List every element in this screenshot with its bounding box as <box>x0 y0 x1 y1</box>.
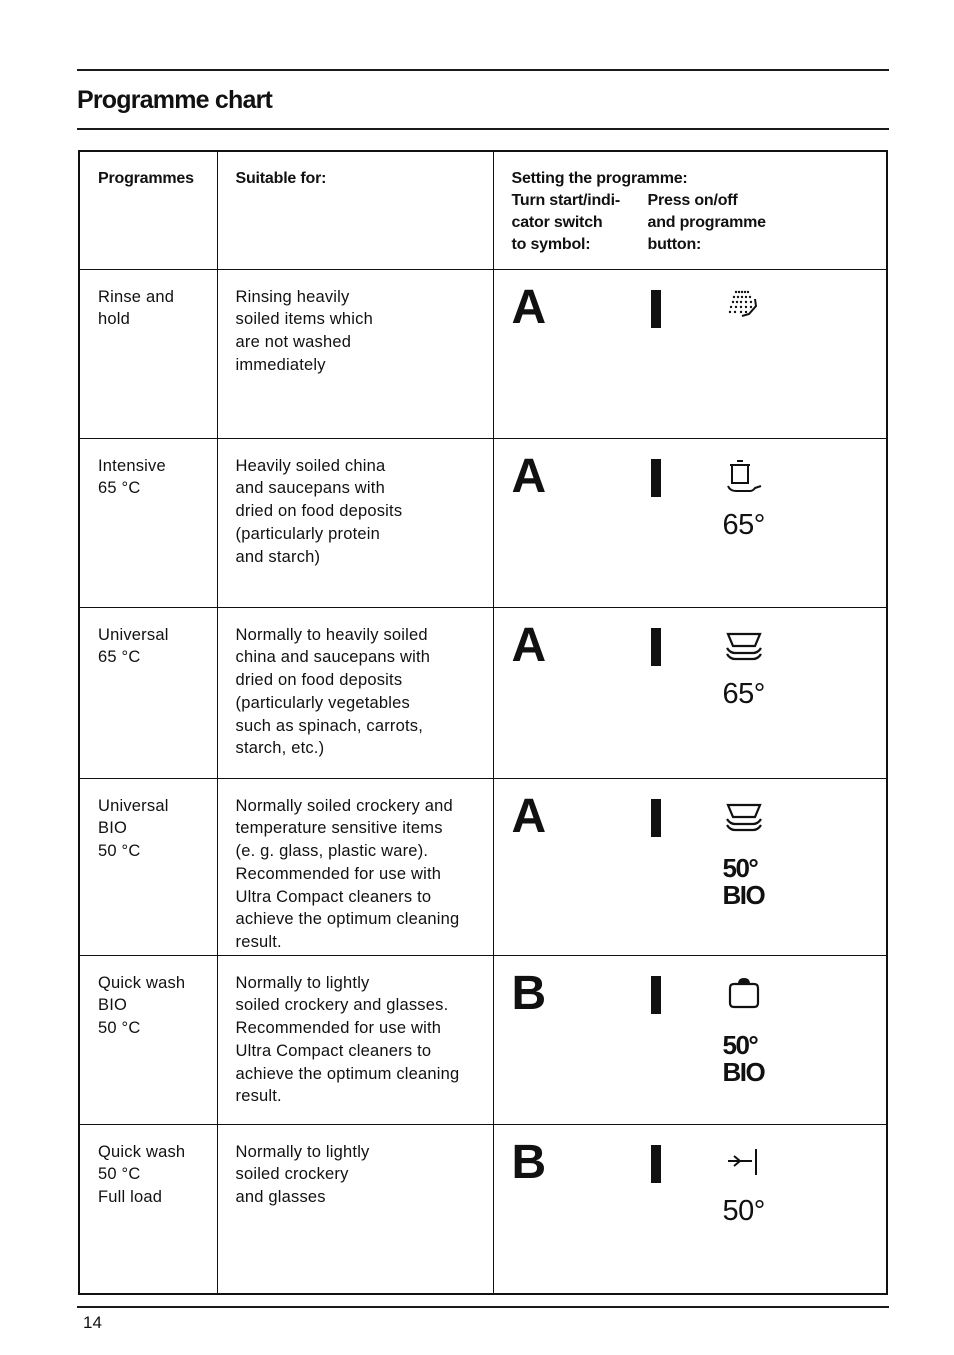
setting-cell: A 65° <box>492 606 888 779</box>
header-suitable-for: Suitable for: <box>216 150 494 270</box>
suitable-description: Heavily soiled china and saucepans with dr… <box>235 456 403 566</box>
programme-name: Universal BIO 50 °C <box>98 796 169 861</box>
page-title: Programme chart <box>77 86 273 114</box>
pot-and-pan-icon <box>722 453 766 497</box>
suitable-cell: Normally soiled crockery and temperature … <box>216 777 494 956</box>
programme-cell: Rinse and hold <box>78 268 218 439</box>
programme-name: Quick wash BIO 50 °C <box>98 973 186 1038</box>
header-programmes: Programmes <box>78 150 218 270</box>
quick-wash-bowl-icon <box>722 970 766 1014</box>
switch-symbol: B <box>511 1135 547 1189</box>
button-symbol-bar <box>650 627 661 666</box>
temperature-label: 65° <box>722 508 766 541</box>
setting-cell: B 50° BIO <box>492 954 888 1125</box>
setting-cell: B 50° <box>492 1123 888 1294</box>
suitable-cell: Normally to lightly soiled crockery and g… <box>216 954 494 1125</box>
rinse-spray-icon <box>722 284 766 328</box>
title-underline <box>77 128 889 130</box>
header-setting: Setting the programme: Turn start/indi- … <box>492 150 888 270</box>
button-symbol-bar <box>650 458 661 497</box>
programme-cell: Quick wash BIO 50 °C <box>78 954 218 1125</box>
setting-cell: A <box>492 268 888 439</box>
arrow-to-bar-icon <box>722 1139 766 1183</box>
table-row: Universal 65 °C Normally to heavily soiled… <box>78 606 888 779</box>
button-symbol-bar <box>650 975 661 1014</box>
switch-symbol: A <box>511 449 547 503</box>
switch-symbol: A <box>511 789 547 843</box>
suitable-description: Rinsing heavily soiled items which are not… <box>235 287 373 374</box>
table-row: Intensive 65 °C Heavily soiled china and sa… <box>78 437 888 608</box>
temperature-label: 50° BIO <box>722 1029 766 1087</box>
suitable-description: Normally soiled crockery and temperature … <box>235 796 460 952</box>
programme-chart-table: Programmes Suitable for: Setting the pro… <box>78 150 888 1295</box>
programme-name: Intensive 65 °C <box>98 456 166 498</box>
table-row: Universal BIO 50 °C Normally soiled crocke… <box>78 777 888 956</box>
programme-name: Universal 65 °C <box>98 625 169 667</box>
suitable-description: Normally to lightly soiled crockery and g… <box>235 973 460 1106</box>
temperature-label: 65° <box>722 677 766 710</box>
suitable-description: Normally to heavily soiled china and sauc… <box>235 625 431 758</box>
programme-cell: Universal 65 °C <box>78 606 218 779</box>
programme-name: Rinse and hold <box>98 287 175 329</box>
setting-cell: A 65° <box>492 437 888 608</box>
bottom-rule <box>77 1306 889 1308</box>
programme-cell: Intensive 65 °C <box>78 437 218 608</box>
button-label: Press on/off and programme button: <box>647 192 767 253</box>
suitable-cell: Normally to heavily soiled china and sauc… <box>216 606 494 779</box>
switch-symbol: B <box>511 966 547 1020</box>
table-row: Quick wash 50 °C Full load Normally to ligh… <box>78 1123 888 1294</box>
switch-label: Turn start/indi- cator switch to symbol: <box>511 192 621 253</box>
top-rule <box>77 69 889 71</box>
stacked-dishes-icon <box>722 793 766 837</box>
button-symbol-bar <box>650 798 661 837</box>
table-row: Rinse and hold Rinsing heavily soiled items… <box>78 268 888 439</box>
button-symbol-bar <box>650 1144 661 1183</box>
programme-cell: Quick wash 50 °C Full load <box>78 1123 218 1294</box>
programme-name: Quick wash 50 °C Full load <box>98 1142 186 1207</box>
temperature-label: 50° <box>722 1194 766 1227</box>
setting-title: Setting the programme: <box>511 170 688 187</box>
suitable-description: Normally to lightly soiled crockery and gl… <box>235 1142 370 1207</box>
temperature-label: 50° BIO <box>722 852 766 910</box>
table-row: Quick wash BIO 50 °C Normally to lightly soi… <box>78 954 888 1125</box>
programme-cell: Universal BIO 50 °C <box>78 777 218 956</box>
suitable-cell: Heavily soiled china and saucepans with dr… <box>216 437 494 608</box>
switch-symbol: A <box>511 618 547 672</box>
stacked-dishes-icon <box>722 622 766 666</box>
table-header-row: Programmes Suitable for: Setting the pro… <box>78 150 888 270</box>
setting-cell: A 50° BIO <box>492 777 888 956</box>
suitable-cell: Normally to lightly soiled crockery and gl… <box>216 1123 494 1294</box>
button-symbol-bar <box>650 289 661 328</box>
page-number: 14 <box>83 1313 102 1332</box>
switch-symbol: A <box>511 280 547 334</box>
suitable-cell: Rinsing heavily soiled items which are not… <box>216 268 494 439</box>
